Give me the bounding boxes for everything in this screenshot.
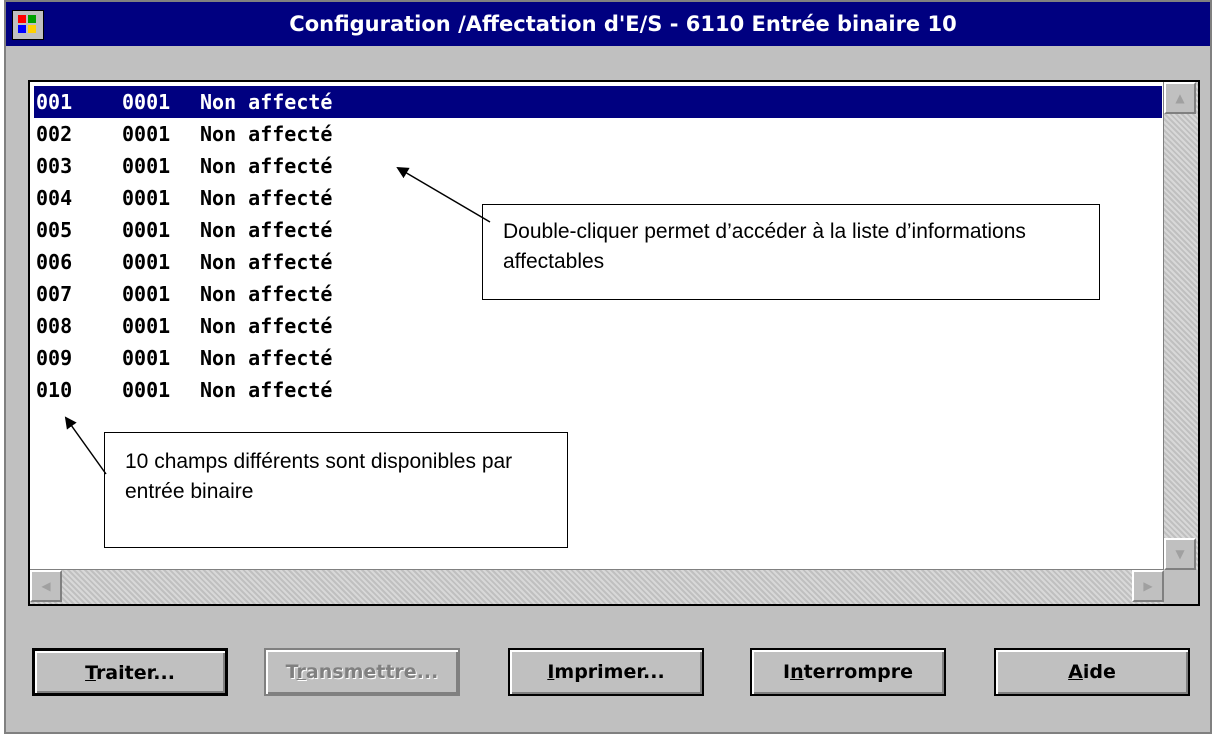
list-item[interactable]: 010 0001 Non affecté <box>34 374 1162 406</box>
row-label: Non affecté <box>200 186 333 210</box>
row-label: Non affecté <box>200 378 333 402</box>
list-item[interactable]: 003 0001 Non affecté <box>34 150 1162 182</box>
transmettre-button[interactable]: Transmettre... <box>264 648 460 696</box>
row-code: 0001 <box>122 154 171 178</box>
row-label: Non affecté <box>200 90 333 114</box>
fields-callout: 10 champs différents sont disponibles pa… <box>104 432 568 548</box>
row-index: 001 <box>36 90 73 114</box>
row-code: 0001 <box>122 378 171 402</box>
double-click-callout: Double-cliquer permet d’accéder à la lis… <box>482 204 1100 300</box>
imprimer-button[interactable]: Imprimer... <box>508 648 704 696</box>
aide-button[interactable]: Aide <box>994 648 1190 696</box>
row-code: 0001 <box>122 186 171 210</box>
row-label: Non affecté <box>200 218 333 242</box>
row-code: 0001 <box>122 122 171 146</box>
row-index: 002 <box>36 122 73 146</box>
row-code: 0001 <box>122 250 171 274</box>
row-label: Non affecté <box>200 282 333 306</box>
row-label: Non affecté <box>200 154 333 178</box>
traiter-button[interactable]: Traiter... <box>32 648 228 696</box>
list-item[interactable]: 008 0001 Non affecté <box>34 310 1162 342</box>
row-index: 004 <box>36 186 73 210</box>
row-index: 003 <box>36 154 73 178</box>
row-index: 008 <box>36 314 73 338</box>
scrollbar-corner <box>1164 570 1198 604</box>
horizontal-scrollbar[interactable]: ◀ ▶ <box>30 569 1164 604</box>
row-code: 0001 <box>122 314 171 338</box>
list-item[interactable]: 001 0001 Non affecté <box>34 86 1162 118</box>
row-code: 0001 <box>122 218 171 242</box>
row-index: 006 <box>36 250 73 274</box>
row-index: 010 <box>36 378 73 402</box>
row-index: 005 <box>36 218 73 242</box>
scroll-left-icon[interactable]: ◀ <box>30 570 62 602</box>
vertical-scrollbar[interactable]: ▲ ▼ <box>1163 82 1198 570</box>
row-label: Non affecté <box>200 346 333 370</box>
interrompre-button[interactable]: Interrompre <box>750 648 946 696</box>
window-title: Configuration /Affectation d'E/S - 6110 … <box>289 12 957 36</box>
scroll-up-icon[interactable]: ▲ <box>1164 82 1196 114</box>
scroll-down-icon[interactable]: ▼ <box>1164 538 1196 570</box>
title-bar[interactable]: Configuration /Affectation d'E/S - 6110 … <box>6 2 1210 46</box>
row-index: 009 <box>36 346 73 370</box>
row-label: Non affecté <box>200 314 333 338</box>
row-code: 0001 <box>122 90 171 114</box>
row-label: Non affecté <box>200 250 333 274</box>
scroll-right-icon[interactable]: ▶ <box>1132 570 1164 602</box>
windows-logo-icon[interactable] <box>12 10 44 40</box>
list-item[interactable]: 009 0001 Non affecté <box>34 342 1162 374</box>
row-code: 0001 <box>122 346 171 370</box>
dialog-window: Configuration /Affectation d'E/S - 6110 … <box>4 0 1212 734</box>
list-item[interactable]: 002 0001 Non affecté <box>34 118 1162 150</box>
row-code: 0001 <box>122 282 171 306</box>
row-label: Non affecté <box>200 122 333 146</box>
row-index: 007 <box>36 282 73 306</box>
